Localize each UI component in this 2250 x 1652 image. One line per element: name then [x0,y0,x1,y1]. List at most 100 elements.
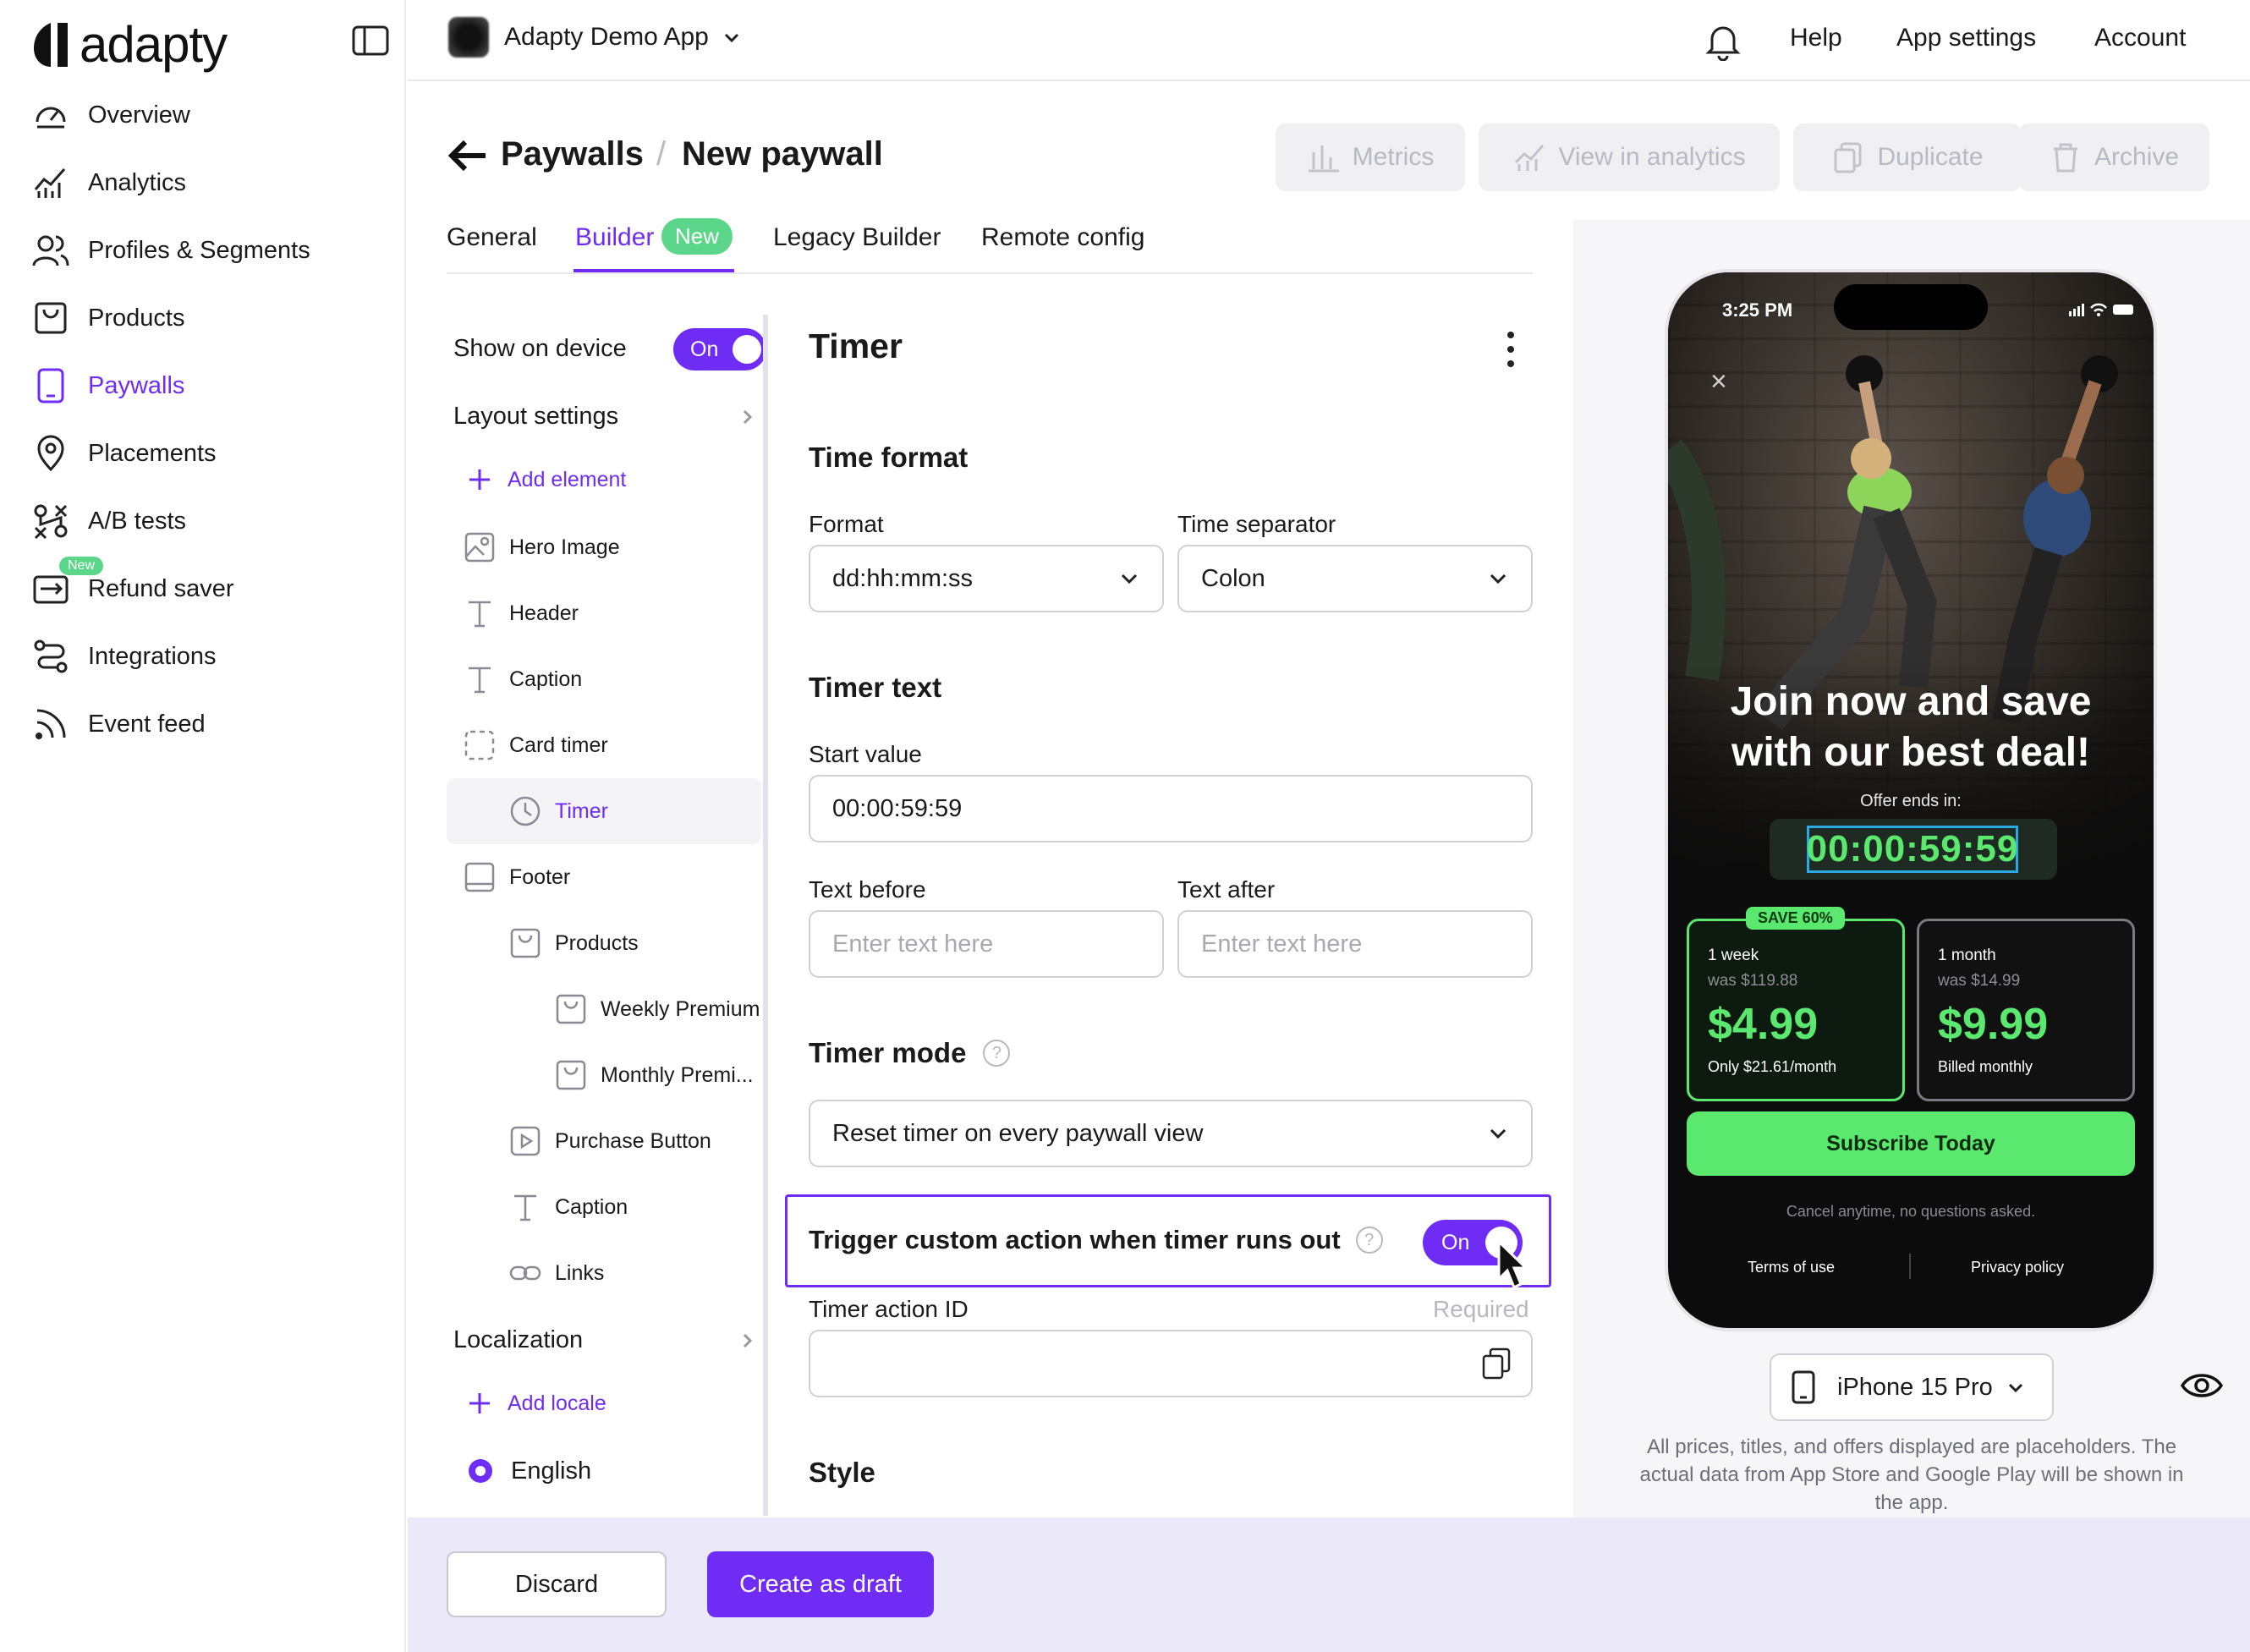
terms-link: Terms of use [1748,1259,1836,1276]
text-after-input[interactable]: Enter text here [1177,910,1533,978]
tree-item-label: Products [555,930,639,955]
device-name: iPhone 15 Pro [1837,1373,1993,1401]
start-value: 00:00:59:59 [832,794,963,822]
show-on-device-toggle[interactable]: On [673,328,766,370]
view-in-analytics-button[interactable]: View in analytics [1479,123,1780,191]
app-switcher[interactable]: Adapty Demo App [448,17,741,58]
page-title: New paywall [682,135,883,173]
timer-mode-select[interactable]: Reset timer on every paywall view [809,1100,1533,1167]
tree-item-products[interactable]: Products [509,922,639,964]
link-icon [509,1265,541,1281]
bottom-action-bar [408,1518,2250,1652]
nav-placements[interactable]: Placements [32,428,217,479]
tab-legacy-builder[interactable]: Legacy Builder [773,223,941,252]
metrics-button[interactable]: Metrics [1276,123,1465,191]
duplicate-button[interactable]: Duplicate [1793,123,2022,191]
start-value-input[interactable]: 00:00:59:59 [809,775,1533,842]
nav-ab-tests[interactable]: A/B tests [32,496,186,546]
more-options-icon[interactable] [1502,330,1519,369]
card-was-price: was $119.88 [1708,972,1798,990]
text-before-input[interactable]: Enter text here [809,910,1164,978]
time-format-title: Time format [809,442,969,473]
nav-products[interactable]: Products [32,293,184,343]
integrations-icon [34,639,68,673]
chevron-down-icon [1121,574,1138,585]
sidebar-toggle-icon[interactable] [352,25,389,56]
tree-item-monthly-premium[interactable]: Monthly Premi... [555,1054,754,1096]
tree-item-links[interactable]: Links [509,1252,604,1294]
bell-icon[interactable] [1705,22,1741,61]
tree-item-label: Footer [509,864,571,889]
chevron-down-icon [1490,574,1506,585]
copy-icon[interactable] [1480,1347,1512,1380]
headline-line-1: Join now and save [1730,679,2092,724]
start-value-label: Start value [809,741,922,767]
text-icon [514,1194,536,1221]
nav-analytics[interactable]: Analytics [32,157,186,208]
tree-item-footer[interactable]: Footer [464,856,570,898]
breadcrumb-paywalls[interactable]: Paywalls [501,135,644,173]
back-arrow-icon[interactable] [447,139,489,173]
help-icon[interactable]: ? [983,1040,1011,1067]
layout-settings[interactable]: Layout settings [453,403,756,431]
account-link[interactable]: Account [2094,24,2186,52]
card-subtitle: Billed monthly [1938,1058,2033,1075]
card-price: $9.99 [1938,1000,2049,1049]
image-icon [464,532,495,563]
nav-paywalls[interactable]: Paywalls [32,360,184,411]
tree-item-purchase-button[interactable]: Purchase Button [509,1120,711,1162]
dashed-card-icon [464,730,495,760]
archive-label: Archive [2094,143,2180,171]
help-icon[interactable]: ? [1355,1227,1383,1254]
timer-mode-heading: Timer mode ? [809,1037,1011,1069]
time-separator-select[interactable]: Colon [1177,545,1533,612]
add-locale-button[interactable]: Add locale [467,1391,606,1416]
localization-section[interactable]: Localization [453,1326,756,1354]
subscribe-button-preview: Subscribe Today [1687,1111,2135,1176]
app-settings-link[interactable]: App settings [1896,24,2036,52]
nav-overview[interactable]: Overview [32,90,190,140]
refund-saver-new-badge: New [59,557,104,575]
create-as-draft-button[interactable]: Create as draft [707,1551,934,1617]
timer-action-id-input[interactable] [809,1330,1533,1397]
tree-item-label: Monthly Premi... [601,1062,754,1087]
tree-item-weekly-premium[interactable]: Weekly Premium [555,988,760,1030]
tab-remote-config[interactable]: Remote config [981,223,1144,252]
tree-item-header[interactable]: Header [464,592,579,634]
timer-mode-value: Reset timer on every paywall view [832,1119,1204,1147]
tab-general[interactable]: General [447,223,537,252]
nav-integrations[interactable]: Integrations [32,631,217,682]
radio-selected-icon [469,1459,492,1483]
format-select[interactable]: dd:hh:mm:ss [809,545,1164,612]
text-after-label: Text after [1177,876,1276,903]
app-avatar [448,17,489,58]
eye-icon[interactable] [2181,1369,2223,1402]
required-hint: Required [1433,1296,1529,1322]
tree-item-hero-image[interactable]: Hero Image [464,526,620,568]
cancel-note: Cancel anytime, no questions asked. [1786,1203,2036,1220]
adapty-logo[interactable]: adapty [32,15,228,74]
chevron-down-icon [724,33,738,43]
tree-item-card-timer[interactable]: Card timer [464,724,608,766]
nav-event-feed[interactable]: Event feed [32,699,206,749]
discard-button[interactable]: Discard [447,1551,667,1617]
nav-profiles-segments[interactable]: Profiles & Segments [32,225,310,276]
paywall-headline: Join now and save with our best deal! [1668,677,2154,778]
tree-item-timer[interactable]: Timer [509,790,608,832]
tree-item-caption[interactable]: Caption [464,658,582,700]
ab-test-icon [34,504,68,540]
tree-scrollbar[interactable] [763,315,768,1516]
add-element-button[interactable]: Add element [467,467,626,492]
nav-label: Profiles & Segments [88,236,310,264]
tab-builder[interactable]: Builder [575,223,654,252]
tree-item-caption-2[interactable]: Caption [509,1186,628,1228]
locale-english[interactable]: English [467,1450,591,1492]
localization-label: Localization [453,1326,584,1353]
archive-button[interactable]: Archive [2018,123,2209,191]
breadcrumb-separator: / [656,135,667,173]
device-select[interactable]: iPhone 15 Pro [1770,1353,2054,1421]
box-icon [556,1060,586,1090]
help-link[interactable]: Help [1790,24,1842,52]
card-period: 1 month [1938,947,1996,964]
phone-icon [37,368,64,403]
